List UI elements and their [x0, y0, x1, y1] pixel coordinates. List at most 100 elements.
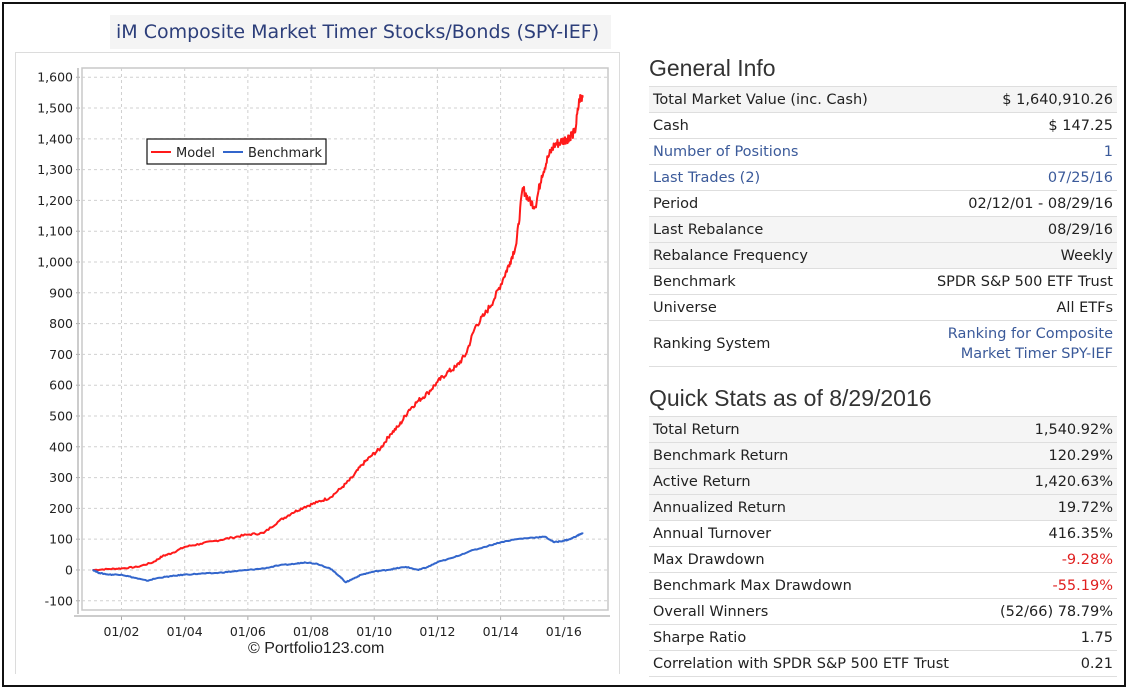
row-value[interactable]: Ranking for Composite Market Timer SPY-IE…	[905, 321, 1117, 367]
row-label: Ranking System	[653, 335, 771, 352]
row-value: (52/66) 78.79%	[1000, 603, 1113, 620]
benchmark-point	[171, 575, 173, 577]
y-tick-label: 400	[49, 439, 73, 454]
benchmark-point	[247, 569, 249, 571]
row-value[interactable]: 1	[905, 139, 1117, 165]
x-tick-label: 01/04	[167, 624, 203, 639]
row-label: Max Drawdown	[653, 551, 765, 568]
general-info-row: Cash $ 147.25	[649, 112, 1117, 139]
general-info-row: Rebalance Frequency Weekly	[649, 242, 1117, 269]
row-value: 08/29/16	[1047, 221, 1113, 238]
model-point	[215, 539, 218, 542]
benchmark-point	[158, 576, 161, 579]
benchmark-point	[351, 578, 353, 581]
row-value: 1,540.92%	[1034, 421, 1113, 438]
row-label: Correlation with SPDR S&P 500 ETF Trust	[653, 655, 949, 672]
row-label[interactable]: Last Trades (2)	[649, 165, 905, 191]
benchmark-point	[360, 573, 363, 576]
benchmark-point	[329, 567, 331, 570]
benchmark-point	[294, 563, 297, 565]
row-value: 19.72%	[1057, 499, 1113, 516]
model-point	[578, 97, 581, 100]
general-info-row[interactable]: Ranking System Ranking for Composite Marke…	[649, 320, 1117, 367]
quick-stats-row: Active Return 1,420.63%	[649, 468, 1117, 495]
y-tick-label: 600	[49, 378, 73, 393]
quick-stats-row: Sharpe Ratio 1.75	[649, 624, 1117, 651]
quick-stats-row: Total Return 1,540.92%	[649, 416, 1117, 443]
copyright-text: © Portfolio123.com	[248, 640, 385, 657]
x-tick-label: 01/08	[293, 624, 329, 639]
model-point	[427, 392, 429, 394]
benchmark-point	[92, 569, 94, 571]
general-info-panel: General Info Total Market Value (inc. Ca…	[649, 50, 1117, 367]
model-point	[398, 424, 401, 427]
model-point	[553, 144, 556, 146]
y-tick-label: -100	[45, 593, 73, 608]
model-point	[291, 512, 293, 514]
x-tick-label: 01/06	[230, 624, 266, 639]
row-value[interactable]: 07/25/16	[905, 165, 1117, 191]
model-point	[509, 261, 511, 263]
y-tick-label: 300	[49, 470, 73, 485]
row-value: SPDR S&P 500 ETF Trust	[936, 273, 1113, 290]
y-tick-label: 0	[65, 562, 73, 577]
benchmark-point	[395, 567, 398, 570]
model-point	[231, 536, 233, 539]
y-tick-label: 1,300	[37, 162, 73, 177]
row-label: Sharpe Ratio	[653, 629, 747, 646]
y-tick-label: 500	[49, 408, 73, 423]
model-point	[120, 567, 123, 570]
general-info-row: Total Market Value (inc. Cash) $ 1,640,91…	[649, 86, 1117, 113]
benchmark-point	[417, 569, 420, 571]
model-point	[566, 138, 568, 140]
model-point	[152, 561, 154, 564]
benchmark-point	[199, 572, 202, 575]
model-point	[528, 199, 530, 202]
model-point	[161, 555, 164, 557]
model-point	[329, 496, 331, 499]
quick-stats-panel: Quick Stats as of 8/29/2016 Total Return…	[649, 380, 1117, 677]
benchmark-point	[531, 536, 533, 539]
y-tick-label: 1,400	[37, 131, 73, 146]
benchmark-point	[120, 573, 123, 576]
ranking-system-link-line2[interactable]: Market Timer SPY-IEF	[909, 344, 1113, 364]
benchmark-point	[515, 538, 518, 540]
row-label: Period	[653, 195, 699, 212]
general-info-heading: General Info	[649, 55, 776, 81]
benchmark-point	[499, 541, 502, 544]
quick-stats-table: Total Return 1,540.92% Benchmark Return 120…	[649, 416, 1117, 677]
model-point	[351, 476, 353, 479]
benchmark-point	[581, 532, 584, 534]
quick-stats-row: Overall Winners (52/66) 78.79%	[649, 598, 1117, 625]
benchmark-point	[569, 538, 571, 540]
row-label: Total Return	[653, 421, 740, 438]
model-point	[341, 486, 344, 488]
performance-chart: 1,600 1,500 1,400 1,300 1,200 1,100 1,000 900 80…	[37, 67, 610, 639]
model-point	[408, 409, 410, 411]
y-tick-label: 1,100	[37, 224, 73, 239]
general-info-table: Total Market Value (inc. Cash) $ 1,640,91…	[649, 86, 1117, 367]
quick-stats-row: Annual Turnover 416.35%	[649, 520, 1117, 547]
model-point	[247, 533, 249, 536]
benchmark-point	[215, 572, 218, 574]
chart-container: 1,600 1,500 1,400 1,300 1,200 1,100 1,000 900 80…	[15, 52, 620, 674]
general-info-row[interactable]: Number of Positions 1	[649, 138, 1117, 165]
ranking-system-link-line1[interactable]: Ranking for Composite	[909, 324, 1113, 344]
benchmark-point	[373, 570, 376, 573]
model-point	[417, 399, 420, 402]
model-point	[515, 242, 518, 245]
model-point	[521, 187, 524, 189]
model-point	[574, 131, 576, 134]
benchmark-point	[133, 576, 135, 579]
quick-stats-row: Annualized Return 19.72%	[649, 494, 1117, 521]
row-label[interactable]: Number of Positions	[649, 139, 905, 165]
row-value: Weekly	[1060, 247, 1113, 264]
row-label: Active Return	[653, 473, 751, 490]
benchmark-point	[338, 575, 341, 577]
general-info-row: Last Rebalance 08/29/16	[649, 216, 1117, 243]
row-label: Total Market Value (inc. Cash)	[653, 91, 868, 108]
x-tick-label: 01/14	[483, 624, 519, 639]
row-value: 02/12/01 - 08/29/16	[968, 195, 1113, 212]
general-info-row[interactable]: Last Trades (2) 07/25/16	[649, 164, 1117, 191]
y-tick-label: 800	[49, 316, 73, 331]
